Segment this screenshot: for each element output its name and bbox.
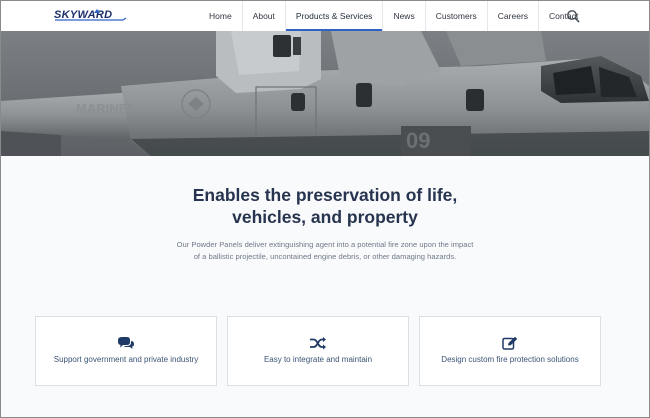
browser-frame: SKYWARD Home About Products & Services N… <box>0 0 650 418</box>
feature-label: Design custom fire protection solutions <box>441 355 579 364</box>
feature-card-support[interactable]: Support government and private industry <box>35 316 217 386</box>
chat-bubbles-icon <box>118 337 134 349</box>
nav-customers[interactable]: Customers <box>426 1 487 31</box>
nav-about-label: About <box>252 11 275 21</box>
headline-line-1: Enables the preservation of life, <box>192 185 458 205</box>
feature-card-integrate[interactable]: Easy to integrate and maintain <box>227 316 409 386</box>
feature-label: Support government and private industry <box>53 355 199 364</box>
nav-products-services[interactable]: Products & Services <box>285 1 383 31</box>
site-header: SKYWARD Home About Products & Services N… <box>1 1 649 31</box>
nav-about[interactable]: About <box>243 1 285 31</box>
headline-line-2: vehicles, and property <box>232 207 418 227</box>
shuffle-icon <box>310 337 326 350</box>
nav-customers-label: Customers <box>435 11 477 21</box>
search-icon[interactable] <box>566 9 580 23</box>
nav-careers-label: Careers <box>497 11 529 21</box>
nav-home[interactable]: Home <box>199 1 242 31</box>
aircraft-number: 09 <box>406 128 430 153</box>
edit-icon <box>502 336 518 350</box>
feature-label: Easy to integrate and maintain <box>263 355 373 364</box>
main-nav: Home About Products & Services News Cust… <box>199 1 588 31</box>
aircraft-marking: MARINES <box>76 101 136 116</box>
section-headline: Enables the preservation of life, vehicl… <box>1 184 649 228</box>
aircraft-hero-image: MARINES 09 <box>1 31 649 156</box>
feature-card-design[interactable]: Design custom fire protection solutions <box>419 316 601 386</box>
lead-paragraph: Our Powder Panels deliver extinguishing … <box>176 240 474 262</box>
nav-products-services-label: Products & Services <box>295 11 373 21</box>
nav-news-label: News <box>393 11 415 21</box>
nav-careers[interactable]: Careers <box>488 1 538 31</box>
nav-news[interactable]: News <box>383 1 424 31</box>
nav-home-label: Home <box>209 11 232 21</box>
nav-contact[interactable]: Contact <box>539 1 588 31</box>
logo-text: SKYWARD <box>54 9 112 21</box>
skyward-logo[interactable]: SKYWARD <box>53 7 127 23</box>
hero-banner: MARINES 09 <box>1 31 649 156</box>
